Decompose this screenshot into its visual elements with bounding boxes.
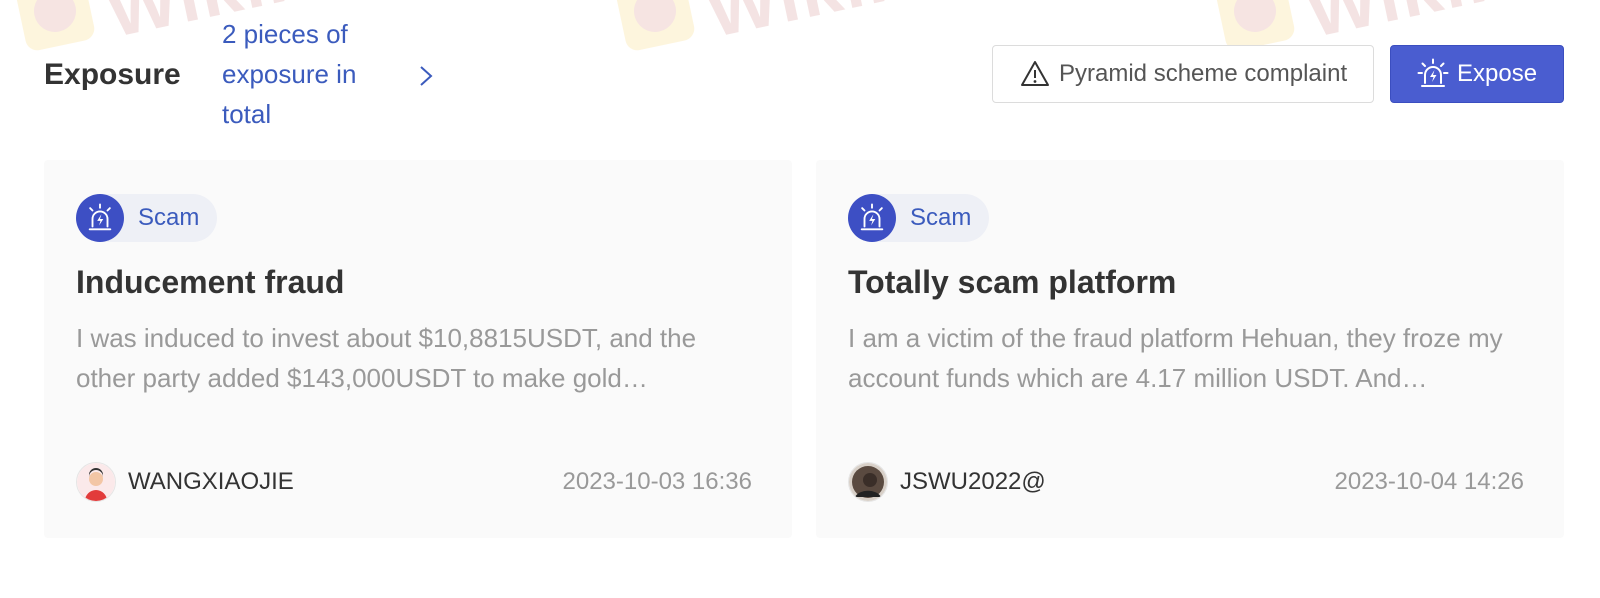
- scam-tag: Scam: [76, 194, 218, 242]
- expose-button[interactable]: Expose: [1390, 45, 1564, 103]
- author-name: WANGXIAOJIE: [128, 468, 294, 495]
- tag-label: Scam: [910, 204, 972, 231]
- author-name: JSWU2022@: [900, 468, 1046, 495]
- warning-icon: [1021, 61, 1049, 86]
- alarm-icon: [76, 194, 124, 242]
- chevron-right-icon[interactable]: [412, 62, 440, 90]
- card-excerpt: I was induced to invest about $10,8815US…: [76, 323, 697, 393]
- card-title[interactable]: Totally scam platform: [848, 264, 1176, 301]
- avatar: [848, 462, 888, 502]
- exposure-card[interactable]: Scam Totally scam platform I am a victim…: [816, 160, 1564, 538]
- author[interactable]: WANGXIAOJIE: [76, 462, 294, 502]
- author[interactable]: JSWU2022@: [848, 462, 1046, 502]
- complaint-button-label: Pyramid scheme complaint: [1059, 60, 1348, 87]
- tag-label: Scam: [138, 204, 200, 231]
- expose-button-label: Expose: [1457, 60, 1538, 87]
- avatar: [76, 462, 116, 502]
- alarm-icon: [1417, 58, 1449, 87]
- exposure-header: Exposure 2 pieces of exposure in total P…: [44, 14, 1564, 134]
- exposure-card[interactable]: Scam Inducement fraud I was induced to i…: [44, 160, 792, 538]
- card-excerpt: I am a victim of the fraud platform Hehu…: [848, 323, 1503, 393]
- exposure-total-link[interactable]: 2 pieces of exposure in total: [222, 14, 412, 134]
- pyramid-scheme-complaint-button[interactable]: Pyramid scheme complaint: [992, 45, 1374, 103]
- alarm-icon: [848, 194, 896, 242]
- timestamp: 2023-10-04 14:26: [1334, 468, 1525, 495]
- scam-tag: Scam: [848, 194, 990, 242]
- timestamp: 2023-10-03 16:36: [562, 468, 753, 495]
- page-title: Exposure: [44, 58, 181, 91]
- card-title[interactable]: Inducement fraud: [76, 264, 344, 301]
